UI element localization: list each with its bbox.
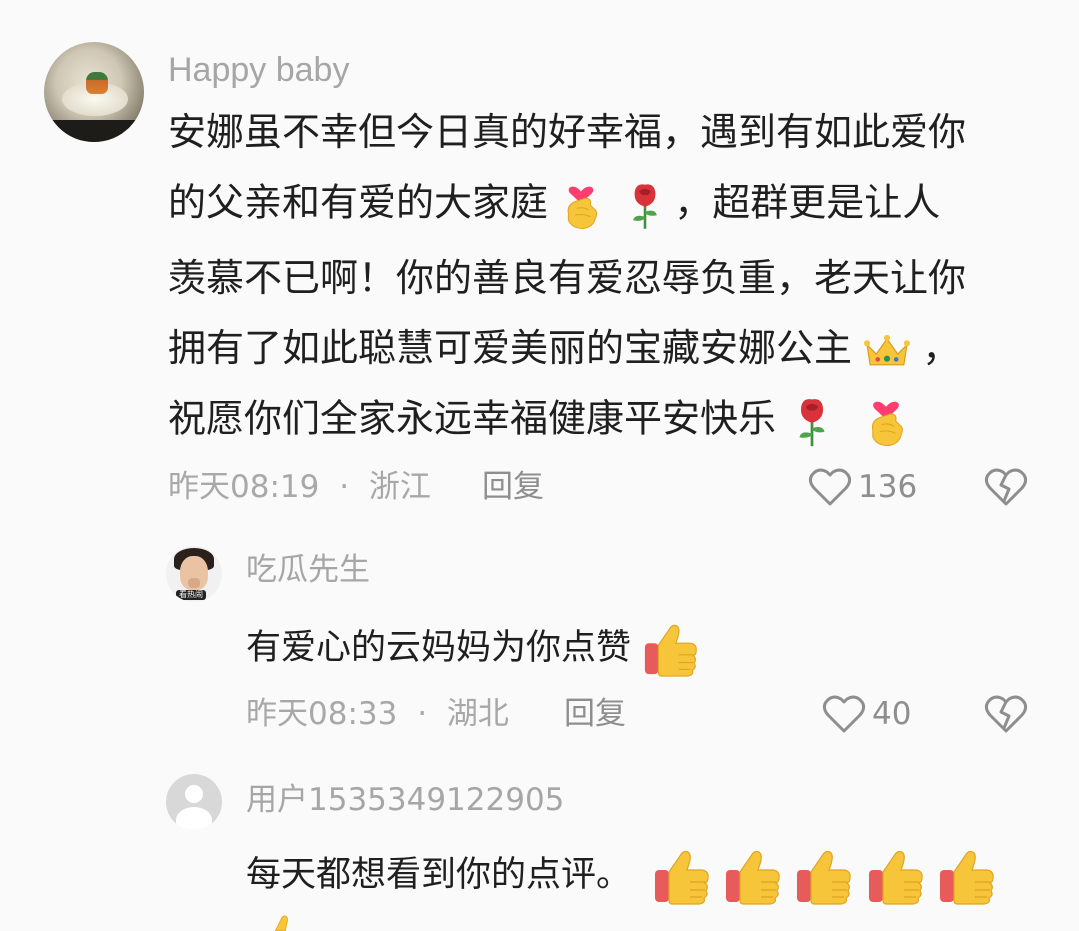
comment-line-text: 的父亲和有爱的大家庭 (168, 180, 549, 225)
comment-line: 羡慕不已啊！你的善良有爱忍辱负重，老天让你 (168, 256, 967, 300)
thumbs-up-emoji (794, 846, 854, 906)
reply-button[interactable]: 回复 (482, 467, 544, 507)
avatar-body (176, 807, 212, 830)
dislike-broken-heart-icon[interactable] (984, 694, 1028, 734)
avatar-shadow (44, 120, 144, 142)
comment-line-text: 拥有了如此聪慧可爱美丽的宝藏安娜公主 (168, 326, 853, 370)
reply-username[interactable]: 用户1535349122905 (246, 780, 564, 820)
meta-separator: · (417, 696, 428, 732)
like-button[interactable]: 136 (808, 467, 917, 507)
like-count: 40 (872, 696, 912, 732)
crown-emoji (864, 333, 910, 369)
reply-username[interactable]: 吃瓜先生 (246, 550, 370, 590)
comment-line: 的父亲和有爱的大家庭 ，超群更是让人 (168, 178, 940, 232)
reply-text-content: 有爱心的云妈妈为你点赞 (246, 628, 632, 668)
like-count: 136 (858, 469, 918, 505)
comment-line: 拥有了如此聪慧可爱美丽的宝藏安娜公主 ， (168, 324, 960, 372)
thumbs-up-emoji (723, 846, 783, 906)
thumbs-up-emoji (866, 846, 926, 906)
rose-emoji (628, 178, 662, 232)
thumbs-up-emoji (652, 846, 712, 906)
rose-emoji (794, 392, 830, 450)
comment-time: 昨天08:19 (168, 469, 320, 505)
reply-text-content: 每天都想看到你的点评。 (246, 855, 632, 895)
avatar[interactable] (44, 42, 144, 142)
like-heart-icon (808, 467, 852, 507)
dislike-broken-heart-icon[interactable] (984, 467, 1028, 507)
comment-line: 祝愿你们全家永远幸福健康平安快乐 (168, 392, 908, 450)
comment-line-text: ，超群更是让人 (674, 180, 941, 225)
avatar[interactable]: 看热闹 (166, 546, 222, 602)
avatar-hand (188, 578, 200, 588)
reply-text: 有爱心的云妈妈为你点赞 (246, 620, 700, 678)
thumbs-up-emoji (937, 846, 997, 906)
thumbs-up-emoji (274, 915, 288, 931)
comment-line-text: 祝愿你们全家永远幸福健康平安快乐 (168, 396, 777, 441)
thumbs-up-emoji (642, 620, 700, 678)
like-heart-icon (822, 694, 866, 734)
comment-line-text: ， (922, 326, 961, 370)
avatar-tag: 看热闹 (176, 590, 206, 600)
heart-finger-emoji (560, 178, 602, 232)
avatar-head (185, 785, 203, 803)
comment-meta: 昨天08:19 · 浙江 (168, 467, 431, 507)
comment-location: 浙江 (368, 469, 431, 505)
avatar[interactable] (166, 774, 222, 830)
reply-meta: 昨天08:33 · 湖北 (246, 694, 509, 734)
comment-username[interactable]: Happy baby (168, 48, 349, 92)
meta-separator: · (339, 469, 350, 505)
comment-line: 安娜虽不幸但今日真的好幸福，遇到有如此爱你 (168, 110, 967, 154)
like-button[interactable]: 40 (822, 694, 911, 734)
avatar-food (86, 72, 108, 94)
reply-location: 湖北 (446, 696, 509, 732)
reply-button[interactable]: 回复 (564, 694, 626, 734)
reply-time: 昨天08:33 (246, 696, 398, 732)
reply-text: 每天都想看到你的点评。 (246, 846, 997, 906)
heart-finger-emoji (864, 392, 908, 450)
